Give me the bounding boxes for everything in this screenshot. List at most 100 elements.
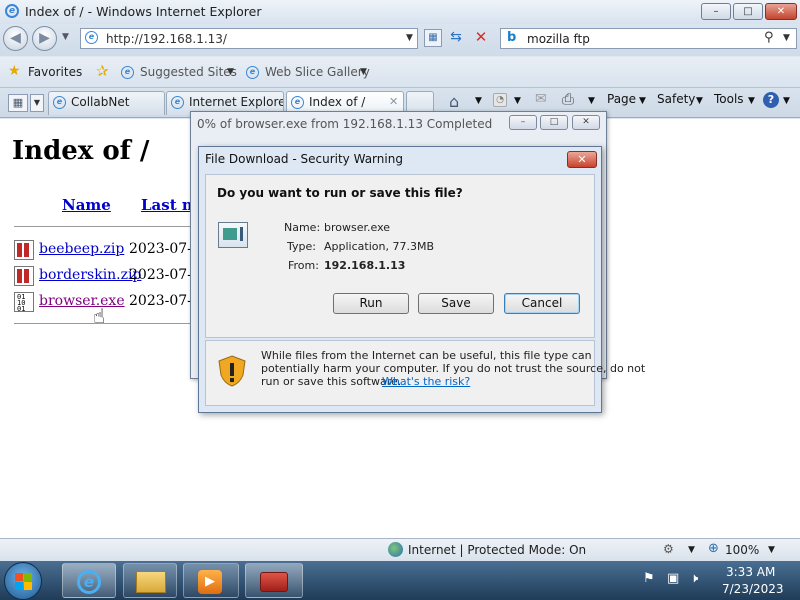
dialog-question: Do you want to run or save this file? — [217, 186, 463, 200]
close-tab-icon[interactable]: ✕ — [389, 95, 398, 108]
taskbar-ie-button[interactable]: e — [62, 563, 116, 598]
ie-logo-icon: e — [5, 4, 19, 18]
print-dropdown-icon[interactable]: ▼ — [588, 96, 595, 106]
tab-label: Internet Explore... — [189, 95, 283, 109]
taskbar-toolbox-button[interactable] — [245, 563, 303, 598]
tab-list-dropdown-icon[interactable]: ▼ — [30, 94, 44, 112]
add-favorite-icon[interactable]: ✰ — [96, 62, 109, 80]
safety-menu[interactable]: Safety — [657, 92, 695, 106]
tab-label: Index of / — [309, 95, 366, 109]
home-icon[interactable]: ⌂ — [449, 92, 459, 111]
address-dropdown-icon[interactable]: ▼ — [406, 33, 413, 43]
taskbar — [0, 561, 800, 600]
dialog-body: Do you want to run or save this file? Na… — [205, 174, 595, 338]
page-menu[interactable]: Page — [607, 92, 636, 106]
progress-maximize-button[interactable]: □ — [540, 115, 568, 130]
file-link[interactable]: beebeep.zip — [39, 241, 124, 257]
zoom-dropdown-icon[interactable]: ▼ — [768, 545, 775, 555]
suggested-sites-icon: e — [121, 66, 134, 79]
save-button[interactable]: Save — [418, 293, 494, 314]
page-icon: e — [85, 31, 98, 44]
web-slice-dropdown-icon[interactable]: ▼ — [360, 67, 367, 77]
folder-icon — [136, 571, 166, 593]
security-zone-text[interactable]: Internet | Protected Mode: On — [408, 543, 586, 557]
page-dropdown-icon[interactable]: ▼ — [639, 96, 646, 106]
quick-tabs-icon[interactable]: ▦ — [8, 94, 28, 112]
file-link[interactable]: browser.exe — [39, 293, 125, 309]
zip-file-icon — [14, 240, 34, 260]
action-center-flag-icon[interactable]: ⚑ — [643, 571, 655, 586]
start-button[interactable] — [4, 562, 42, 600]
divider — [14, 323, 204, 324]
cancel-button[interactable]: Cancel — [504, 293, 580, 314]
volume-muted-icon[interactable]: 🕨 — [690, 571, 698, 586]
tab-page-icon: e — [171, 96, 184, 109]
page-title: Index of / — [12, 136, 150, 166]
media-player-icon: ▶ — [198, 570, 222, 594]
taskbar-explorer-button[interactable] — [123, 563, 177, 598]
sort-by-name-link[interactable]: Name — [62, 196, 111, 214]
progress-close-button[interactable]: ✕ — [572, 115, 600, 130]
address-bar[interactable]: e http://192.168.1.13/ ▼ — [80, 28, 418, 49]
clock-date[interactable]: 7/23/2023 — [722, 582, 784, 596]
shield-warning-icon — [218, 355, 246, 387]
binary-file-icon: 01 10 01 — [14, 292, 34, 313]
window-title: Index of / - Windows Internet Explorer — [25, 4, 262, 19]
application-icon — [218, 222, 248, 248]
refresh-icon[interactable]: ⇆ — [447, 29, 465, 47]
protected-mode-dropdown-icon[interactable]: ▼ — [688, 545, 695, 555]
dialog-warning-area: While files from the Internet can be use… — [205, 340, 645, 406]
zoom-level[interactable]: 100% — [725, 543, 759, 557]
file-date: 2023-07- — [129, 241, 192, 257]
feeds-dropdown-icon[interactable]: ▼ — [514, 96, 521, 106]
progress-title: 0% of browser.exe from 192.168.1.13 Comp… — [197, 117, 493, 131]
stop-icon[interactable]: ✕ — [472, 29, 490, 47]
print-icon[interactable]: ⎙ — [562, 90, 574, 108]
taskbar-media-player-button[interactable]: ▶ — [183, 563, 239, 598]
home-dropdown-icon[interactable]: ▼ — [475, 96, 482, 106]
tools-menu[interactable]: Tools — [714, 92, 744, 106]
file-row: borderskin.zip 2023-07- — [14, 266, 194, 288]
clock-time[interactable]: 3:33 AM — [726, 565, 775, 579]
favorites-star-icon: ★ — [8, 63, 21, 79]
progress-minimize-button[interactable]: – — [509, 115, 537, 130]
favorites-bar: ★ Favorites ✰ e Suggested Sites ▼ e Web … — [0, 57, 800, 88]
close-window-button[interactable]: ✕ — [765, 3, 797, 20]
hand-cursor-icon: ☝ — [93, 304, 106, 328]
file-link[interactable]: borderskin.zip — [39, 267, 141, 283]
forward-button[interactable]: ▶ — [32, 26, 57, 51]
warning-text-line2: potentially harm your computer. If you d… — [261, 362, 646, 375]
security-warning-dialog: File Download - Security Warning ✕ Do yo… — [198, 146, 645, 413]
suggested-sites-dropdown-icon[interactable]: ▼ — [227, 67, 234, 77]
tab-collabnet[interactable]: e CollabNet — [48, 91, 165, 115]
dialog-title: File Download - Security Warning — [205, 152, 403, 166]
search-input[interactable]: mozilla ftp — [527, 32, 590, 46]
dialog-close-button[interactable]: ✕ — [567, 151, 597, 168]
help-dropdown-icon[interactable]: ▼ — [783, 96, 790, 106]
feeds-icon[interactable]: ◔ — [493, 93, 507, 107]
search-box[interactable]: b mozilla ftp ⚲ ▼ — [500, 28, 797, 49]
help-icon[interactable]: ? — [763, 92, 779, 108]
tools-dropdown-icon[interactable]: ▼ — [748, 96, 755, 106]
favorites-button[interactable]: Favorites — [28, 65, 82, 79]
search-icon[interactable]: ⚲ — [764, 30, 774, 45]
safety-dropdown-icon[interactable]: ▼ — [696, 96, 703, 106]
web-slice-gallery-link[interactable]: Web Slice Gallery — [265, 65, 370, 79]
whats-the-risk-link[interactable]: What's the risk? — [382, 375, 470, 388]
internet-explorer-icon: e — [77, 570, 101, 594]
back-button[interactable]: ◀ — [3, 26, 28, 51]
maximize-button[interactable]: □ — [733, 3, 763, 20]
network-icon[interactable]: ▣ — [667, 571, 679, 586]
address-input[interactable]: http://192.168.1.13/ — [106, 32, 227, 46]
minimize-button[interactable]: – — [701, 3, 731, 20]
bing-icon: b — [507, 30, 517, 45]
run-button[interactable]: Run — [333, 293, 409, 314]
protected-mode-icon[interactable]: ⚙ — [663, 542, 674, 556]
search-options-icon[interactable]: ▼ — [783, 33, 790, 43]
read-mail-icon[interactable]: ✉ — [535, 91, 547, 107]
web-slice-icon: e — [246, 66, 259, 79]
compatibility-view-icon[interactable]: ▦ — [424, 29, 442, 47]
type-label: Type: — [287, 240, 316, 253]
suggested-sites-link[interactable]: Suggested Sites — [140, 65, 237, 79]
recent-pages-dropdown-icon[interactable]: ▼ — [62, 32, 69, 42]
